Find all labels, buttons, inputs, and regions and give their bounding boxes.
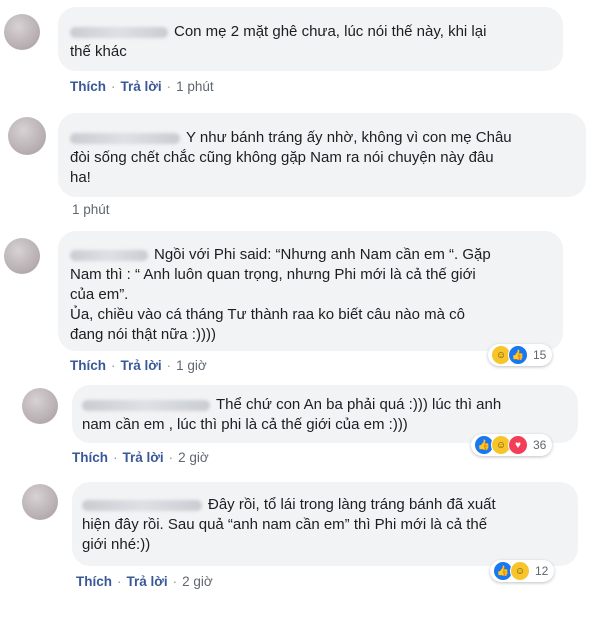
like-link[interactable]: Thích bbox=[70, 358, 106, 373]
comment-time[interactable]: 2 giờ bbox=[182, 574, 213, 589]
comment-actions: 1 phút bbox=[72, 202, 110, 217]
comment-time[interactable]: 1 phút bbox=[72, 202, 110, 217]
author-name[interactable] bbox=[70, 26, 168, 38]
comment-actions: Thích · Trả lời · 1 giờ bbox=[70, 358, 207, 373]
comment-text: Ngồi với Phi said: “Nhưng anh Nam cần em… bbox=[70, 246, 491, 343]
reaction-summary[interactable]: ☺ 👍 15 bbox=[488, 344, 553, 366]
comment-text: Y như bánh tráng ấy nhờ, không vì con mẹ… bbox=[70, 129, 512, 186]
reaction-summary[interactable]: 👍 ☺ ♥ 36 bbox=[471, 434, 553, 456]
comment-time[interactable]: 1 phút bbox=[176, 79, 214, 94]
author-name[interactable] bbox=[70, 249, 148, 261]
avatar[interactable] bbox=[22, 484, 58, 520]
avatar[interactable] bbox=[4, 14, 40, 50]
author-name[interactable] bbox=[82, 499, 202, 511]
avatar[interactable] bbox=[4, 238, 40, 274]
comment-actions: Thích · Trả lời · 1 phút bbox=[70, 79, 214, 94]
author-name[interactable] bbox=[82, 399, 210, 411]
reply-link[interactable]: Trả lời bbox=[127, 574, 168, 589]
comment-text: Đây rồi, tổ lái trong làng tráng bánh đã… bbox=[82, 496, 496, 553]
comment-time[interactable]: 1 giờ bbox=[176, 358, 207, 373]
like-link[interactable]: Thích bbox=[70, 79, 106, 94]
reply-link[interactable]: Trả lời bbox=[123, 450, 164, 465]
reaction-summary[interactable]: 👍 ☺ 12 bbox=[490, 560, 555, 582]
avatar[interactable] bbox=[22, 388, 58, 424]
reply-link[interactable]: Trả lời bbox=[121, 79, 162, 94]
comment-actions: Thích · Trả lời · 2 giờ bbox=[72, 450, 209, 465]
like-icon: 👍 bbox=[508, 345, 528, 365]
reaction-count: 15 bbox=[533, 348, 547, 362]
like-link[interactable]: Thích bbox=[72, 450, 108, 465]
reaction-count: 12 bbox=[535, 564, 549, 578]
avatar[interactable] bbox=[8, 117, 46, 155]
comment-text: Thể chứ con An ba phải quá :))) lúc thì … bbox=[82, 396, 502, 433]
comment-actions: Thích · Trả lời · 2 giờ bbox=[76, 574, 213, 589]
comment-text: Con mẹ 2 mặt ghê chưa, lúc nói thế này, … bbox=[70, 23, 487, 60]
love-icon: ♥ bbox=[508, 435, 528, 455]
author-name[interactable] bbox=[70, 132, 180, 144]
reaction-count: 36 bbox=[533, 438, 547, 452]
like-link[interactable]: Thích bbox=[76, 574, 112, 589]
reply-link[interactable]: Trả lời bbox=[121, 358, 162, 373]
haha-icon: ☺ bbox=[510, 561, 530, 581]
comment-time[interactable]: 2 giờ bbox=[178, 450, 209, 465]
